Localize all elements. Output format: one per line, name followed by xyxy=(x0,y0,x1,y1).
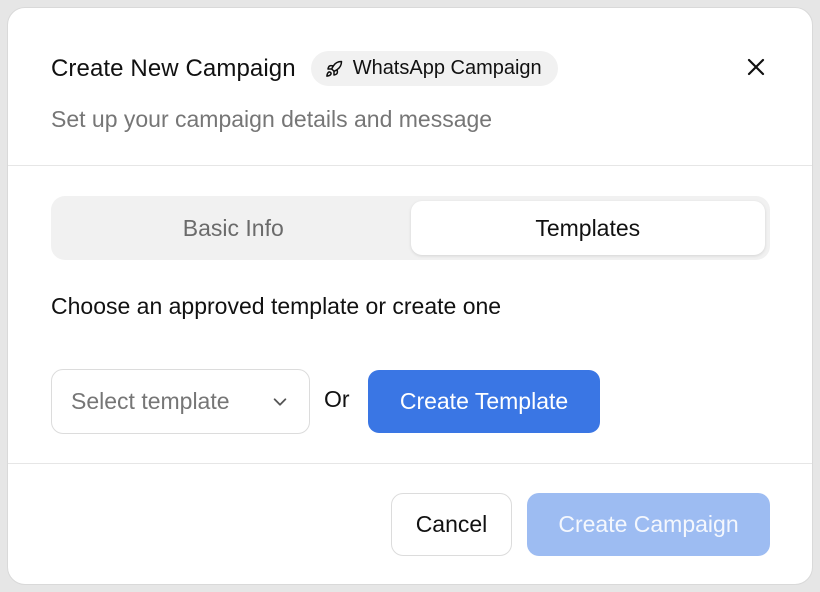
rocket-icon xyxy=(325,60,343,78)
close-button[interactable] xyxy=(742,53,770,81)
create-campaign-button[interactable]: Create Campaign xyxy=(527,493,770,556)
dialog-subtitle: Set up your campaign details and message xyxy=(51,106,493,132)
template-select[interactable]: Select template xyxy=(51,369,310,434)
template-prompt: Choose an approved template or create on… xyxy=(51,293,502,319)
campaign-type-badge: WhatsApp Campaign xyxy=(310,51,558,86)
close-icon xyxy=(747,58,765,76)
create-template-button[interactable]: Create Template xyxy=(368,370,600,433)
template-select-placeholder: Select template xyxy=(71,388,230,414)
chevron-down-icon xyxy=(273,397,287,406)
tab-list: Basic Info Templates xyxy=(51,196,770,260)
tab-basic-info[interactable]: Basic Info xyxy=(56,201,411,255)
title-row: Create New Campaign WhatsApp Campaign xyxy=(51,51,558,86)
dialog-title: Create New Campaign xyxy=(51,54,296,82)
dialog-header: Create New Campaign WhatsApp Campaign Se… xyxy=(8,8,812,166)
cancel-button[interactable]: Cancel xyxy=(391,493,512,556)
tab-templates[interactable]: Templates xyxy=(410,201,765,255)
badge-label: WhatsApp Campaign xyxy=(352,57,542,79)
footer-divider xyxy=(8,463,812,464)
or-separator: Or xyxy=(324,386,350,412)
create-campaign-dialog: Create New Campaign WhatsApp Campaign Se… xyxy=(7,7,813,585)
